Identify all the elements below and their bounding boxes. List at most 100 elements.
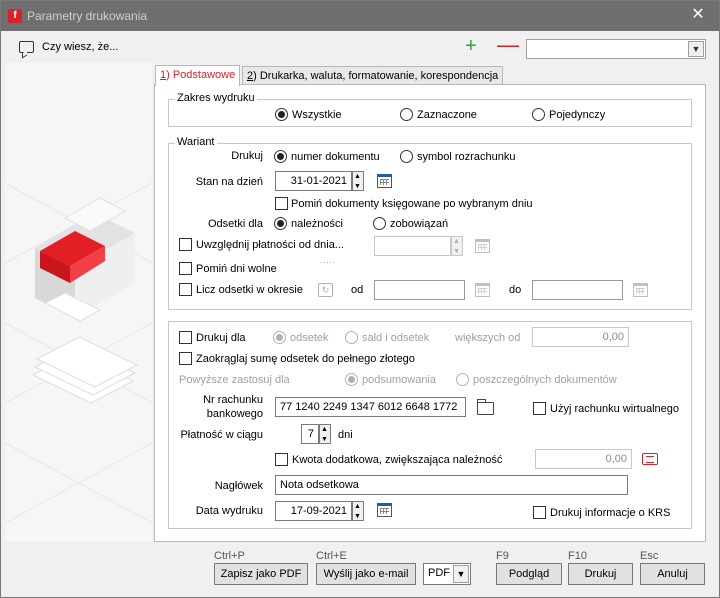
save-pdf-button[interactable]: Zapisz jako PDF (214, 563, 308, 585)
calendar-icon[interactable] (377, 174, 392, 188)
tab-basic-label: ) Podstawowe (166, 69, 236, 81)
printer-image (5, 63, 152, 541)
calendar-icon[interactable] (377, 503, 392, 517)
tab-printer-label: ) Drukarka, waluta, formatowanie, koresp… (253, 70, 499, 82)
calc-period-checkbox[interactable] (179, 283, 192, 296)
state-date-label: Stan na dzień (195, 176, 263, 188)
balance-interest-label: sald i odsetek (362, 332, 430, 344)
skip-posted-checkbox[interactable] (275, 197, 288, 210)
scope-selected-radio[interactable] (400, 108, 413, 121)
greater-than-label: większych od (455, 332, 521, 344)
speech-bubble-icon[interactable] (19, 41, 34, 53)
tab-printer-currency[interactable]: 2) Drukarka, waluta, formatowanie, kores… (242, 66, 504, 85)
settlement-symbol-radio[interactable] (400, 150, 413, 163)
print-for-checkbox[interactable] (179, 331, 192, 344)
include-payments-checkbox[interactable] (179, 238, 192, 251)
cancel-button[interactable]: Anuluj (640, 563, 705, 585)
period-from-input[interactable] (374, 280, 465, 300)
skip-holidays-checkbox[interactable] (179, 262, 192, 275)
scope-all-label: Wszystkie (292, 109, 342, 121)
summary-label: podsumowania (362, 374, 436, 386)
liabilities-radio[interactable] (373, 217, 386, 230)
apply-for-label: Powyższe zastosuj dla (179, 374, 290, 386)
cancel-shortcut: Esc (640, 550, 659, 562)
print-by-label: Drukuj (231, 150, 263, 162)
window-title: Parametry drukowania (27, 9, 148, 23)
print-for-label: Drukuj dla (196, 332, 246, 344)
document-number-label: numer dokumentu (291, 151, 380, 163)
calendar-icon[interactable] (475, 239, 490, 253)
tab-basic[interactable]: 1) Podstawowe (155, 65, 241, 86)
greater-than-input[interactable]: 0,00 (532, 327, 629, 347)
ellipsis-dots: ..... (320, 256, 337, 265)
each-document-label: poszczególnych dokumentów (473, 374, 617, 386)
include-payments-spinner[interactable] (451, 236, 463, 256)
include-payments-label: Uwzględnij płatności od dnia... (196, 239, 344, 251)
state-date-spinner[interactable] (352, 171, 364, 191)
printer-illustration (5, 63, 152, 541)
print-date-input[interactable]: 17-09-2021 (275, 501, 352, 521)
did-you-know-link[interactable]: Czy wiesz, że... (42, 41, 118, 53)
chevron-down-icon[interactable]: ▼ (453, 565, 469, 583)
settings-combo[interactable]: ▼ (526, 39, 706, 59)
format-select[interactable]: PDF ▼ (423, 563, 471, 585)
format-select-value: PDF (428, 567, 450, 579)
payment-term-input[interactable]: 7 (301, 424, 319, 444)
period-to-label: do (509, 284, 522, 296)
period-to-input[interactable] (532, 280, 623, 300)
virtual-account-checkbox[interactable] (533, 402, 546, 415)
remove-icon[interactable]: — (497, 34, 519, 56)
tab-content: Zakres wydruku Wszystkie Zaznaczone Poje… (154, 84, 706, 542)
scope-selected-label: Zaznaczone (417, 109, 477, 121)
skip-holidays-label: Pomiń dni wolne (196, 263, 277, 275)
payment-term-label: Płatność w ciągu (180, 429, 263, 441)
scope-group-title: Zakres wydruku (175, 92, 257, 104)
receivables-radio[interactable] (274, 217, 287, 230)
liabilities-label: zobowiązań (390, 218, 449, 230)
calendar-icon[interactable] (475, 283, 490, 297)
interest-for-label: Odsetki dla (207, 218, 263, 230)
note-icon[interactable] (642, 453, 658, 465)
preview-shortcut: F9 (496, 550, 509, 562)
print-shortcut: F10 (568, 550, 587, 562)
state-date-input[interactable]: 31-01-2021 (275, 171, 352, 191)
extra-amount-label: Kwota dodatkowa, zwiększająca należność (292, 454, 503, 466)
toolbar: Czy wiesz, że... + — ▼ (1, 31, 719, 63)
print-date-label: Data wydruku (195, 505, 263, 517)
header-input[interactable]: Nota odsetkowa (275, 475, 628, 495)
extra-amount-input[interactable]: 0,00 (535, 449, 632, 469)
refresh-calendar-icon[interactable]: ↻ (318, 283, 333, 297)
print-date-spinner[interactable] (352, 501, 364, 521)
receivables-label: należności (291, 218, 343, 230)
interest-only-radio[interactable] (273, 331, 286, 344)
folder-icon[interactable] (477, 399, 494, 415)
chevron-down-icon[interactable]: ▼ (688, 41, 704, 57)
scope-single-label: Pojedynczy (549, 109, 606, 121)
balance-interest-radio[interactable] (345, 331, 358, 344)
virtual-account-label: Użyj rachunku wirtualnego (550, 403, 680, 415)
payment-term-spinner[interactable] (319, 424, 331, 444)
header-label: Nagłówek (214, 480, 263, 492)
preview-button[interactable]: Podgląd (496, 563, 562, 585)
document-number-radio[interactable] (274, 150, 287, 163)
include-payments-date[interactable] (374, 236, 451, 256)
print-button[interactable]: Drukuj (568, 563, 633, 585)
bank-account-input[interactable]: 77 1240 2249 1347 6012 6648 1772 (275, 397, 466, 417)
extra-amount-checkbox[interactable] (275, 453, 288, 466)
summary-radio[interactable] (345, 373, 358, 386)
print-krs-checkbox[interactable] (533, 506, 546, 519)
bank-account-label-1: Nr rachunku (203, 394, 263, 406)
round-interest-checkbox[interactable] (179, 352, 192, 365)
each-document-radio[interactable] (456, 373, 469, 386)
variant-group-title: Wariant (175, 136, 217, 148)
close-icon[interactable]: ✕ (685, 4, 711, 26)
scope-single-radio[interactable] (532, 108, 545, 121)
calc-period-label: Licz odsetki w okresie (196, 284, 303, 296)
add-icon[interactable]: + (465, 36, 477, 56)
send-email-button[interactable]: Wyślij jako e-mail (316, 563, 416, 585)
title-bar: f Parametry drukowania ✕ (1, 1, 719, 31)
print-krs-label: Drukuj informacje o KRS (550, 507, 671, 519)
calendar-icon[interactable] (633, 283, 648, 297)
payment-term-unit: dni (338, 429, 353, 441)
scope-all-radio[interactable] (275, 108, 288, 121)
